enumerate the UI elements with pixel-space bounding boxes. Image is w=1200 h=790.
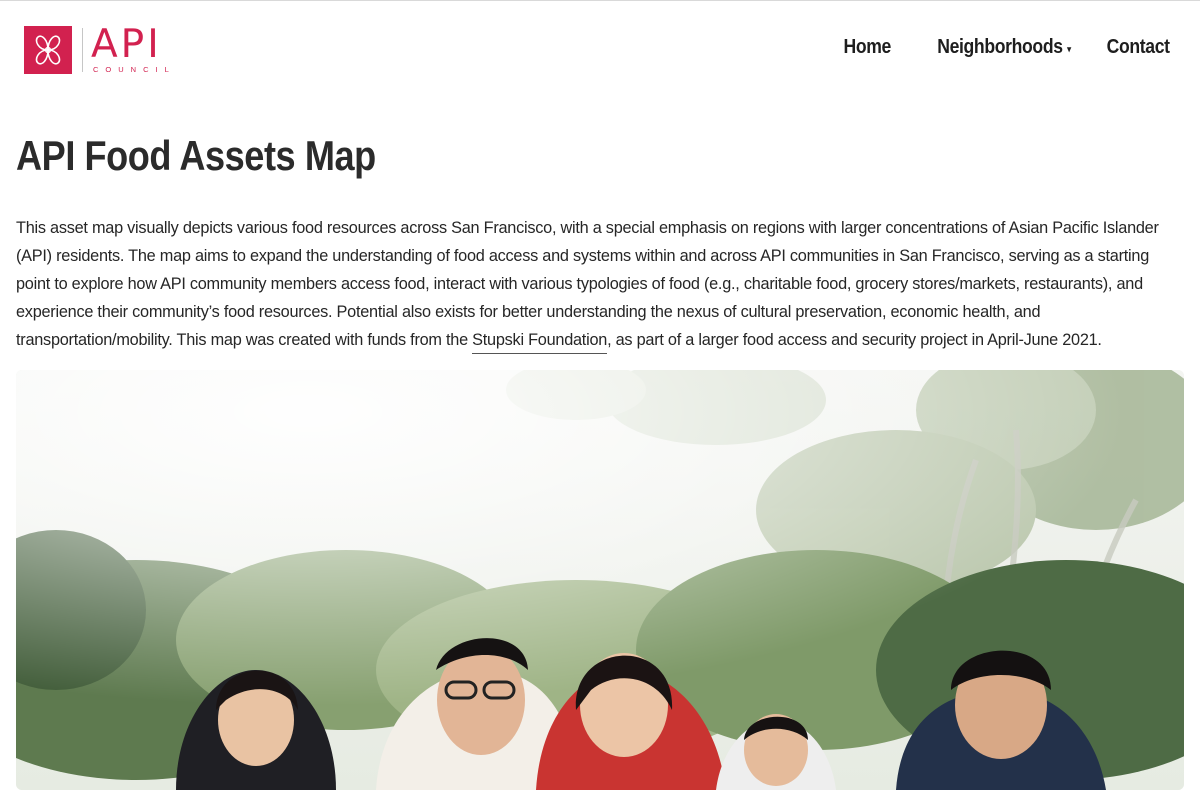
logo-api-text: API [91,21,162,67]
logo-council-text: COUNCIL [93,64,176,74]
nav-neighborhoods-label: Neighborhoods [936,36,1063,58]
api-council-logo[interactable]: API COUNCIL [24,24,176,76]
hero-photo-illustration [16,370,1184,790]
intro-text-start: This asset map visually depicts various … [16,219,1159,349]
top-border [0,0,1200,1]
nav-contact[interactable]: Contact [1107,36,1170,59]
hero-photo [16,370,1184,790]
logo-divider [82,28,83,72]
page-title: API Food Assets Map [16,132,376,179]
logo-flower-icon [24,26,72,74]
stupski-foundation-link[interactable]: Stupski Foundation [472,331,607,354]
logo-wordmark: API COUNCIL [91,21,176,74]
main-nav: Home Neighborhoods ▾ Contact [837,36,1170,59]
intro-paragraph: This asset map visually depicts various … [16,214,1186,354]
intro-text-end: , as part of a larger food access and se… [607,331,1102,349]
nav-home[interactable]: Home [843,36,891,59]
nav-contact-label: Contact [1106,36,1170,58]
nav-neighborhoods[interactable]: Neighborhoods ▾ [936,36,1071,59]
nav-home-label: Home [843,36,891,58]
chevron-down-icon: ▾ [1066,44,1071,54]
